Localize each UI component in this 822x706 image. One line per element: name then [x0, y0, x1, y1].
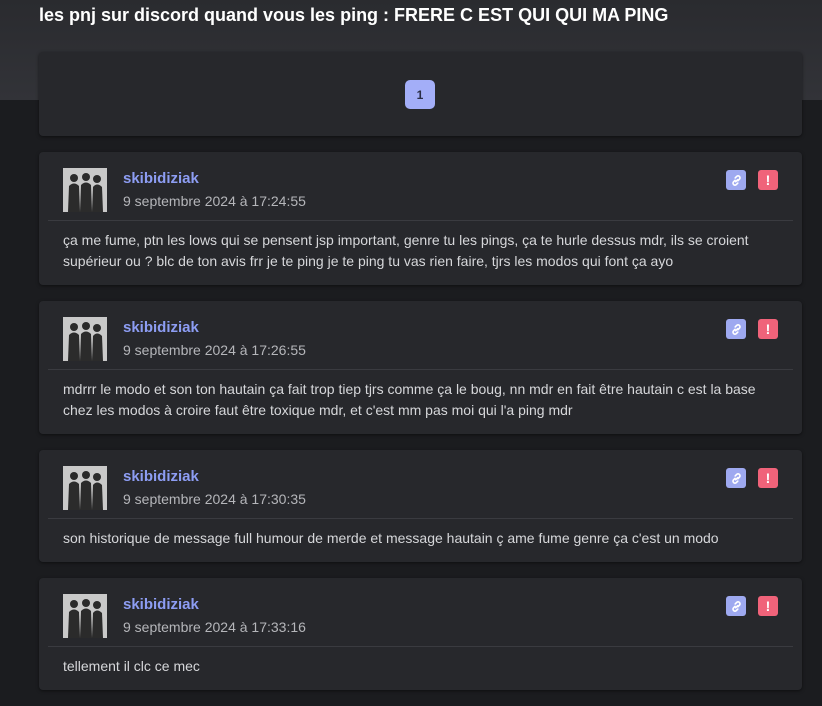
author-name[interactable]: skibidiziak	[123, 596, 199, 613]
message-date: 9 septembre 2024 à 17:24:55	[123, 193, 306, 209]
message-card: skibidiziak 9 septembre 2024 à 17:24:55 …	[39, 152, 802, 285]
message-list: skibidiziak 9 septembre 2024 à 17:24:55 …	[39, 152, 802, 706]
message-date: 9 septembre 2024 à 17:33:16	[123, 619, 306, 635]
permalink-button[interactable]	[726, 319, 746, 339]
exclamation-icon: !	[765, 598, 771, 614]
message-card: skibidiziak 9 septembre 2024 à 17:33:16 …	[39, 578, 802, 690]
report-button[interactable]: !	[758, 596, 778, 616]
link-icon	[731, 472, 741, 484]
author-name[interactable]: skibidiziak	[123, 468, 199, 485]
link-icon	[731, 600, 741, 612]
message-header: skibidiziak 9 septembre 2024 à 17:26:55 …	[39, 301, 802, 369]
message-header: skibidiziak 9 septembre 2024 à 17:30:35 …	[39, 450, 802, 518]
message-card: skibidiziak 9 septembre 2024 à 17:30:35 …	[39, 450, 802, 562]
permalink-button[interactable]	[726, 468, 746, 488]
link-icon	[731, 323, 741, 335]
link-icon	[731, 174, 741, 186]
report-button[interactable]: !	[758, 170, 778, 190]
message-header: skibidiziak 9 septembre 2024 à 17:24:55 …	[39, 152, 802, 220]
page-title: les pnj sur discord quand vous les ping …	[39, 5, 669, 25]
message-text: mdrrr le modo et son ton hautain ça fait…	[63, 381, 756, 418]
message-text: tellement il clc ce mec	[63, 658, 200, 674]
message-text: son historique de message full humour de…	[63, 530, 719, 546]
avatar[interactable]	[63, 317, 107, 361]
message-text: ça me fume, ptn les lows qui se pensent …	[63, 232, 749, 269]
page-button-current[interactable]: 1	[405, 80, 435, 109]
avatar[interactable]	[63, 594, 107, 638]
author-name[interactable]: skibidiziak	[123, 170, 199, 187]
message-date: 9 septembre 2024 à 17:26:55	[123, 342, 306, 358]
message-date: 9 septembre 2024 à 17:30:35	[123, 491, 306, 507]
author-name[interactable]: skibidiziak	[123, 319, 199, 336]
exclamation-icon: !	[765, 470, 771, 486]
exclamation-icon: !	[765, 321, 771, 337]
exclamation-icon: !	[765, 172, 771, 188]
avatar[interactable]	[63, 168, 107, 212]
report-button[interactable]: !	[758, 468, 778, 488]
avatar[interactable]	[63, 466, 107, 510]
message-header: skibidiziak 9 septembre 2024 à 17:33:16 …	[39, 578, 802, 646]
message-card: skibidiziak 9 septembre 2024 à 17:26:55 …	[39, 301, 802, 434]
pagination-bar: 1	[39, 52, 802, 136]
report-button[interactable]: !	[758, 319, 778, 339]
permalink-button[interactable]	[726, 170, 746, 190]
permalink-button[interactable]	[726, 596, 746, 616]
